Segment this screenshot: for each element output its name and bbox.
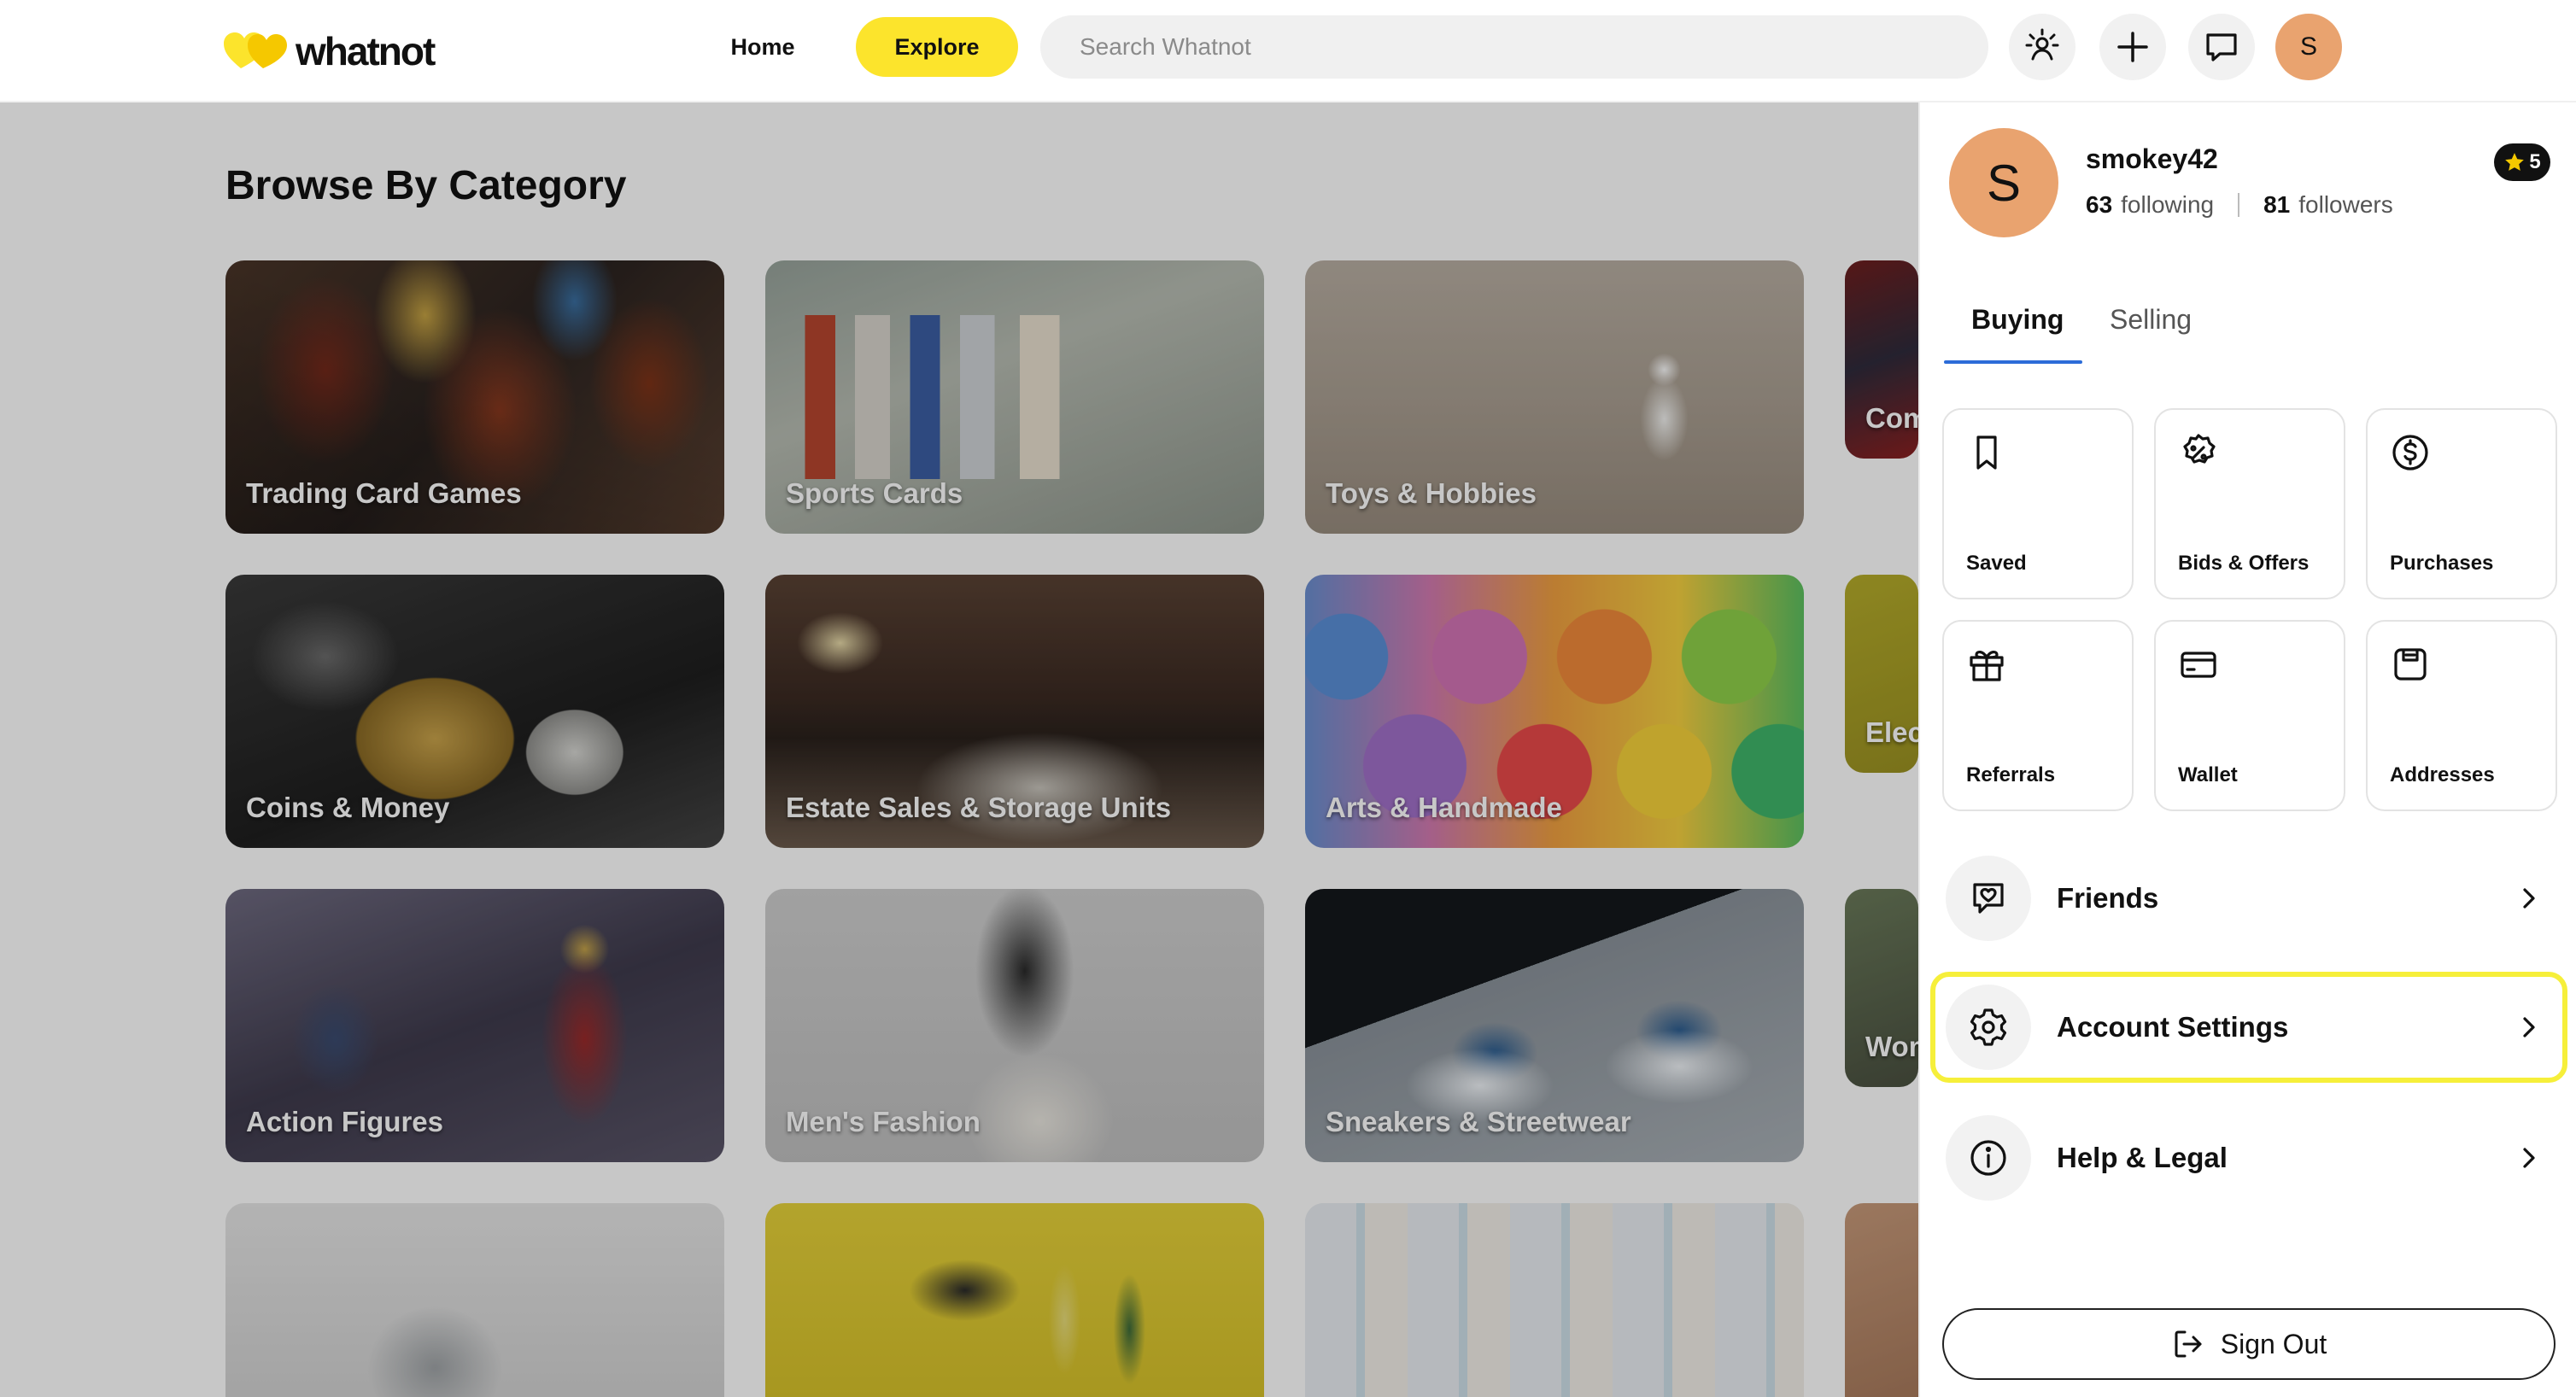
star-icon <box>2505 153 2525 171</box>
nav-home-link[interactable]: Home <box>700 17 825 77</box>
broadcast-person-icon <box>2025 28 2059 61</box>
top-nav: whatnot Home Explore S <box>0 0 2576 102</box>
tile-purchases[interactable]: Purchases <box>2366 408 2557 599</box>
sign-out-icon <box>2175 1330 2202 1358</box>
whatnot-logo[interactable]: whatnot <box>224 24 436 79</box>
menu-row-help-legal[interactable]: Help & Legal <box>1946 1114 2552 1202</box>
followers-count[interactable]: 81 <box>2263 191 2290 219</box>
tile-addresses[interactable]: Addresses <box>2366 620 2557 811</box>
profile-stats: 63 following 81 followers <box>2086 191 2393 219</box>
search-input[interactable] <box>1080 33 1988 61</box>
tile-label: Addresses <box>2390 763 2495 786</box>
tile-label: Referrals <box>1966 763 2056 786</box>
bookmark-icon <box>1976 435 1997 470</box>
gift-icon <box>1970 651 2004 681</box>
profile-avatar-button[interactable]: S <box>2275 14 2342 80</box>
chat-bubble-icon <box>2206 33 2237 61</box>
mailbox-icon <box>2394 648 2427 681</box>
nav-explore-button[interactable]: Explore <box>856 17 1018 77</box>
gear-icon <box>1946 985 2031 1070</box>
tile-label: Wallet <box>2178 763 2238 786</box>
plus-icon <box>2117 32 2148 62</box>
heart-logo-icon <box>224 32 287 68</box>
followers-label[interactable]: followers <box>2298 191 2392 219</box>
stats-divider <box>2238 193 2240 217</box>
menu-row-account-settings[interactable]: Account Settings <box>1946 983 2552 1072</box>
sign-out-button[interactable]: Sign Out <box>1942 1308 2556 1380</box>
dollar-circle-icon <box>2392 435 2428 471</box>
tab-selling[interactable]: Selling <box>2110 304 2192 336</box>
tile-saved[interactable]: Saved <box>1942 408 2134 599</box>
messages-button[interactable] <box>2188 14 2255 80</box>
live-notifications-button[interactable] <box>2009 14 2075 80</box>
discount-badge-icon <box>2183 434 2216 464</box>
rating-badge[interactable]: 5 <box>2494 143 2550 181</box>
active-tab-indicator <box>1944 360 2082 364</box>
profile-avatar[interactable]: S <box>1949 128 2058 237</box>
rating-badge-value: 5 <box>2529 150 2541 173</box>
menu-row-label: Help & Legal <box>2057 1142 2228 1173</box>
chevron-right-icon <box>2515 884 2544 913</box>
menu-row-friends[interactable]: Friends <box>1946 854 2552 943</box>
modal-backdrop[interactable] <box>0 102 1918 1397</box>
tile-referrals[interactable]: Referrals <box>1942 620 2134 811</box>
logo-wordmark: whatnot <box>296 29 436 73</box>
chevron-right-icon <box>2515 1013 2544 1042</box>
tile-label: Saved <box>1966 552 2027 575</box>
following-label[interactable]: following <box>2121 191 2214 219</box>
tab-buying[interactable]: Buying <box>1971 304 2064 336</box>
tile-label: Purchases <box>2390 552 2494 575</box>
credit-card-icon <box>2181 652 2216 678</box>
menu-row-label: Friends <box>2057 882 2159 914</box>
following-count[interactable]: 63 <box>2086 191 2112 219</box>
heart-chat-icon <box>1946 856 2031 941</box>
menu-row-label: Account Settings <box>2057 1011 2289 1043</box>
create-button[interactable] <box>2099 14 2166 80</box>
search-bar[interactable] <box>1040 15 1988 79</box>
profile-username[interactable]: smokey42 <box>2086 143 2218 175</box>
account-menu-panel: S smokey42 63 following 81 followers 5 B… <box>1918 102 2576 1397</box>
sign-out-label: Sign Out <box>2220 1328 2327 1359</box>
chevron-right-icon <box>2515 1143 2544 1172</box>
tile-label: Bids & Offers <box>2178 552 2310 575</box>
tile-wallet[interactable]: Wallet <box>2154 620 2345 811</box>
info-icon <box>1946 1115 2031 1201</box>
tile-bids-offers[interactable]: Bids & Offers <box>2154 408 2345 599</box>
